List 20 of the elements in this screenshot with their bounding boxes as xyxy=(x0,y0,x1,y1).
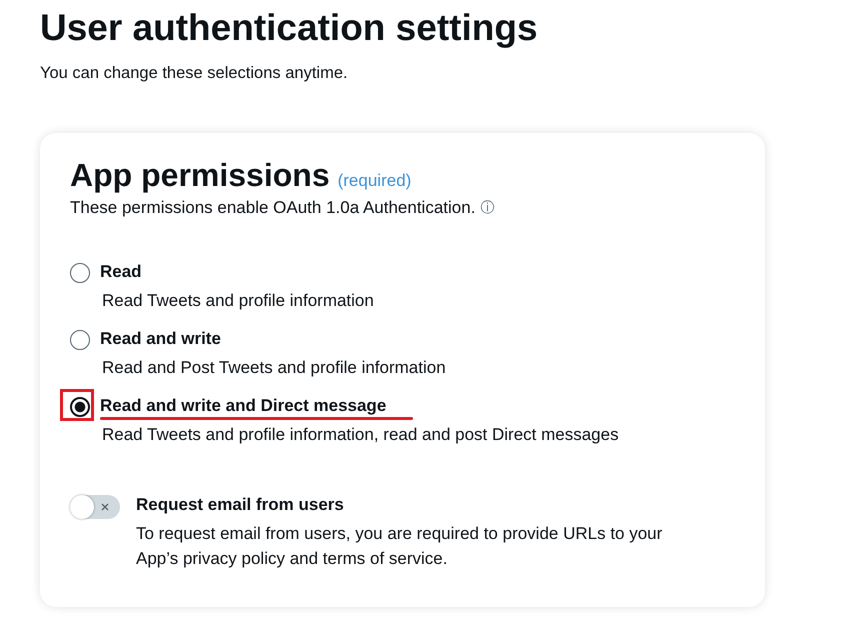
option-detail: Read and Post Tweets and profile information xyxy=(101,357,446,379)
toggle-detail: To request email from users, you are required to provide URLs to your App’s privacy policy and terms of service. xyxy=(136,523,664,570)
info-icon[interactable]: ⓘ xyxy=(480,199,494,217)
section-description: These permissions enable OAuth 1.0a Authentication. xyxy=(70,198,476,218)
radio-button[interactable] xyxy=(70,263,90,283)
section-title: App permissions xyxy=(70,157,330,194)
radio-button[interactable] xyxy=(70,330,90,350)
page-title: User authentication settings xyxy=(40,6,539,50)
page-subtitle: You can change these selections anytime. xyxy=(40,64,349,83)
close-icon xyxy=(100,502,110,512)
option-label[interactable]: Read xyxy=(100,262,374,282)
radio-button[interactable] xyxy=(70,397,90,417)
option-label[interactable]: Read and write and Direct message xyxy=(100,396,619,416)
required-note: (required) xyxy=(338,171,412,191)
option-detail: Read Tweets and profile information xyxy=(101,290,374,312)
toggle-switch[interactable] xyxy=(70,495,120,519)
option-detail: Read Tweets and profile information, read and post Direct messages xyxy=(101,424,619,446)
highlight-box xyxy=(60,389,94,421)
option-label[interactable]: Read and write xyxy=(100,329,446,349)
toggle-label: Request email from users xyxy=(136,495,345,515)
